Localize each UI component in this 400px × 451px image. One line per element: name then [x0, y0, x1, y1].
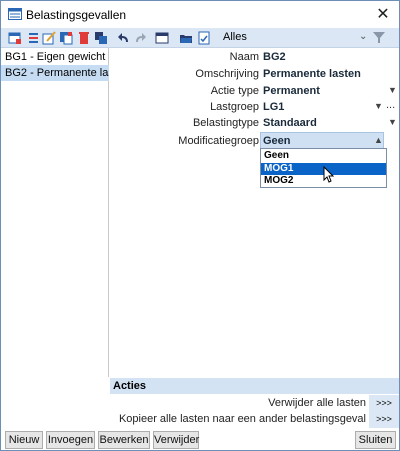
prop-label-action-type: Actie type: [210, 85, 259, 97]
mouse-cursor-icon: [323, 166, 335, 183]
ellipsis-button[interactable]: ...: [386, 99, 395, 111]
action-row: Kopieer alle lasten naar een ander belas…: [110, 411, 399, 429]
chevron-down-icon[interactable]: ▼: [374, 101, 383, 111]
window-title: Belastingsgevallen: [26, 8, 127, 22]
prop-label-load-type: Belastingtype: [192, 117, 259, 129]
chevron-down-icon[interactable]: ▼: [388, 117, 397, 127]
action-type-select[interactable]: Permanent: [263, 85, 320, 97]
check-icon[interactable]: [197, 31, 211, 45]
load-type-select[interactable]: Standaard: [263, 117, 317, 129]
table-view-icon[interactable]: [155, 31, 169, 45]
chevron-down-icon[interactable]: ▼: [388, 85, 397, 95]
name-field[interactable]: BG2: [263, 51, 286, 63]
edit-button[interactable]: Bewerken: [98, 431, 150, 449]
open-folder-icon[interactable]: [179, 31, 193, 45]
action-label: Verwijder alle lasten: [268, 397, 366, 409]
filter-icon[interactable]: [373, 31, 385, 44]
prop-label-load-group: Lastgroep: [210, 101, 259, 113]
copy-all-loads-button[interactable]: >>>: [369, 411, 399, 428]
new-case-icon[interactable]: [8, 31, 22, 45]
new-button[interactable]: Nieuw: [5, 431, 43, 449]
duplicate-icon[interactable]: [94, 31, 108, 45]
description-field[interactable]: Permanente lasten: [263, 68, 361, 80]
title-bar: Belastingsgevallen ✕: [1, 1, 399, 28]
close-button[interactable]: Sluiten: [355, 431, 396, 449]
copy-case-icon[interactable]: [59, 31, 73, 45]
insert-button[interactable]: Invoegen: [46, 431, 95, 449]
delete-button[interactable]: Verwijder: [153, 431, 199, 449]
delete-case-icon[interactable]: [77, 31, 91, 45]
actions-header: Acties: [110, 378, 399, 394]
chevron-up-icon[interactable]: ▲: [374, 135, 383, 145]
undo-icon[interactable]: [117, 31, 131, 45]
load-group-select[interactable]: LG1: [263, 101, 284, 113]
load-cases-window: Belastingsgevallen ✕ Alles ⌄ BG1 - Eigen…: [0, 0, 400, 451]
toolbar: Alles ⌄: [1, 28, 399, 48]
close-icon[interactable]: ✕: [367, 1, 399, 27]
dropdown-option[interactable]: Geen: [261, 150, 386, 162]
prop-label-modification-group: Modificatiegroep: [178, 135, 259, 147]
modification-group-value: Geen: [263, 135, 291, 147]
remove-all-loads-button[interactable]: >>>: [369, 395, 399, 412]
button-bar: Nieuw Invoegen Bewerken Verwijder Sluite…: [1, 428, 399, 450]
properties-panel: Naam BG2 Omschrijving Permanente lasten …: [110, 48, 399, 377]
list-item[interactable]: BG1 - Eigen gewicht: [1, 49, 109, 65]
redo-icon[interactable]: [133, 31, 147, 45]
load-case-list: BG1 - Eigen gewicht BG2 - Permanente las…: [1, 48, 109, 377]
list-item[interactable]: BG2 - Permanente lasten: [1, 65, 109, 81]
chevron-down-icon[interactable]: ⌄: [359, 31, 367, 42]
filter-value[interactable]: Alles: [223, 31, 247, 43]
prop-label-name: Naam: [229, 51, 259, 63]
prop-label-description: Omschrijving: [195, 68, 259, 80]
action-label: Kopieer alle lasten naar een ander belas…: [118, 413, 366, 425]
edit-case-icon[interactable]: [42, 31, 56, 45]
app-icon: [8, 8, 22, 20]
insert-case-icon[interactable]: [26, 31, 40, 45]
